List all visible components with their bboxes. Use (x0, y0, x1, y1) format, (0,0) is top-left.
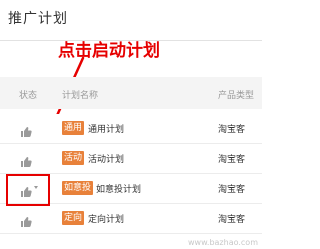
table-row: 活动 活动计划 淘宝客 (0, 144, 262, 174)
product-type: 淘宝客 (218, 155, 246, 165)
plan-name[interactable]: 活动计划 (88, 152, 124, 165)
plan-name[interactable]: 定向计划 (88, 212, 124, 225)
highlight-box (6, 174, 50, 206)
watermark: www.bazhao.com (188, 238, 258, 247)
thumb-icon[interactable] (20, 153, 32, 172)
table-header: 状态 计划名称 产品类型 (0, 77, 262, 109)
table-row: 通用 通用计划 淘宝客 (0, 114, 262, 144)
product-type: 淘宝客 (218, 185, 246, 195)
thumb-icon[interactable] (20, 123, 32, 142)
plan-name[interactable]: 如意投计划 (96, 182, 141, 195)
table-row: 定向 定向计划 淘宝客 (0, 204, 262, 234)
plan-badge: 定向 (62, 211, 85, 225)
plan-badge: 通用 (62, 121, 85, 135)
plan-badge: 如意投 (62, 181, 94, 195)
product-type: 淘宝客 (218, 125, 246, 135)
header-product-type: 产品类型 (218, 91, 255, 101)
header-plan-name: 计划名称 (62, 91, 99, 101)
thumb-icon[interactable] (20, 213, 32, 232)
plan-name[interactable]: 通用计划 (88, 122, 124, 135)
plan-badge: 活动 (62, 151, 85, 165)
header-status: 状态 (19, 91, 38, 101)
product-type: 淘宝客 (218, 215, 246, 225)
